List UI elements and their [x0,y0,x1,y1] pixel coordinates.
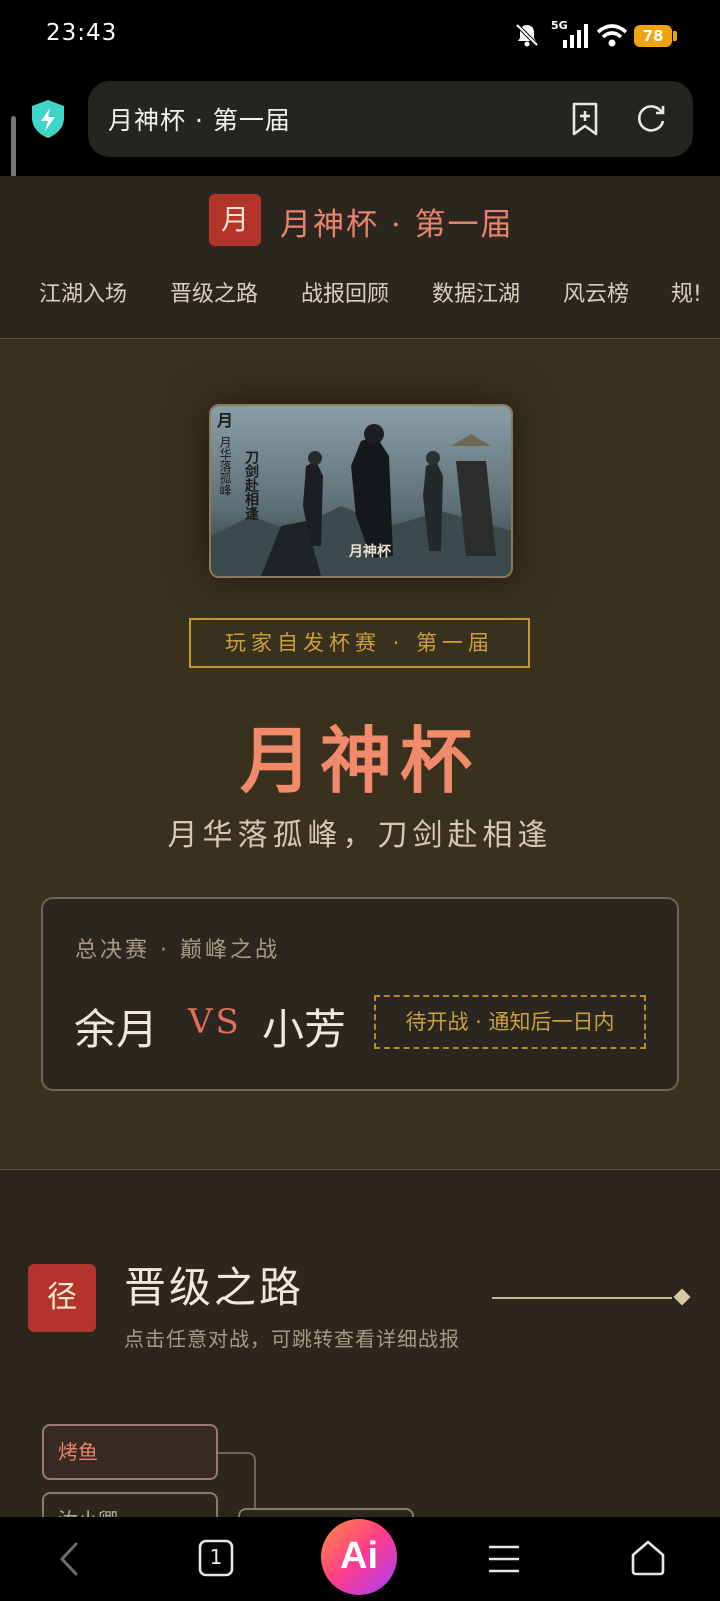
tournament-badge: 玩家自发杯赛 · 第一届 [189,618,530,668]
nav-item-battle-reports[interactable]: 战报回顾 [301,276,389,308]
bracket-player-1[interactable]: 烤鱼 [42,1424,218,1480]
battery-icon: 78 [634,25,672,47]
final-player-1: 余月 [74,1005,159,1054]
shield-icon[interactable] [28,98,68,140]
vs-label: VS [188,1002,242,1042]
battery-nub [673,31,677,41]
nav-item-advance-path[interactable]: 晋级之路 [170,276,258,308]
address-bar-title[interactable]: 月神杯 · 第一届 [108,101,291,137]
bell-off-icon [515,23,539,47]
tournament-poster: 月 刀剑赴相逢 月华落孤峰 月神杯 [209,404,513,578]
nav-item-ranking[interactable]: 风云榜 [563,276,629,308]
section-icon: 径 [28,1264,96,1332]
wifi-icon [596,24,628,47]
poster-title: 月神杯 [348,543,392,560]
hero-title: 月神杯 [239,718,480,803]
section-title: 晋级之路 [124,1263,305,1312]
nav-item-rules[interactable]: 规! [671,276,702,308]
site-logo[interactable]: 月 [209,194,261,246]
nav-item-data[interactable]: 数据江湖 [432,276,520,308]
section-divider-line [492,1297,672,1299]
section-subtitle: 点击任意对战，可跳转查看详细战报 [124,1327,460,1351]
reload-icon[interactable] [634,101,668,135]
add-bookmark-icon[interactable] [568,101,602,137]
hero-subtitle: 月华落孤峰，刀剑赴相逢 [167,818,553,853]
ai-button[interactable]: Ai [321,1519,397,1595]
home-icon[interactable] [629,1539,667,1577]
poster-left-verse: 月华落孤峰 [218,436,232,496]
tab-count[interactable]: 1 [207,1545,225,1569]
final-match-card[interactable] [41,897,679,1091]
final-match-status: 待开战 · 通知后一日内 [374,995,646,1049]
signal-icon [563,24,588,48]
final-player-2: 小芳 [262,1005,347,1054]
site-title[interactable]: 月神杯 · 第一届 [280,199,514,244]
poster-right-verse: 刀剑赴相逢 [243,450,260,521]
back-icon[interactable] [56,1541,82,1577]
final-match-label: 总决赛 · 巅峰之战 [75,938,280,963]
menu-icon[interactable] [487,1543,521,1575]
poster-char-moon: 月 [216,411,233,430]
nav-item-enter[interactable]: 江湖入场 [39,276,127,308]
status-time: 23:43 [46,20,118,46]
